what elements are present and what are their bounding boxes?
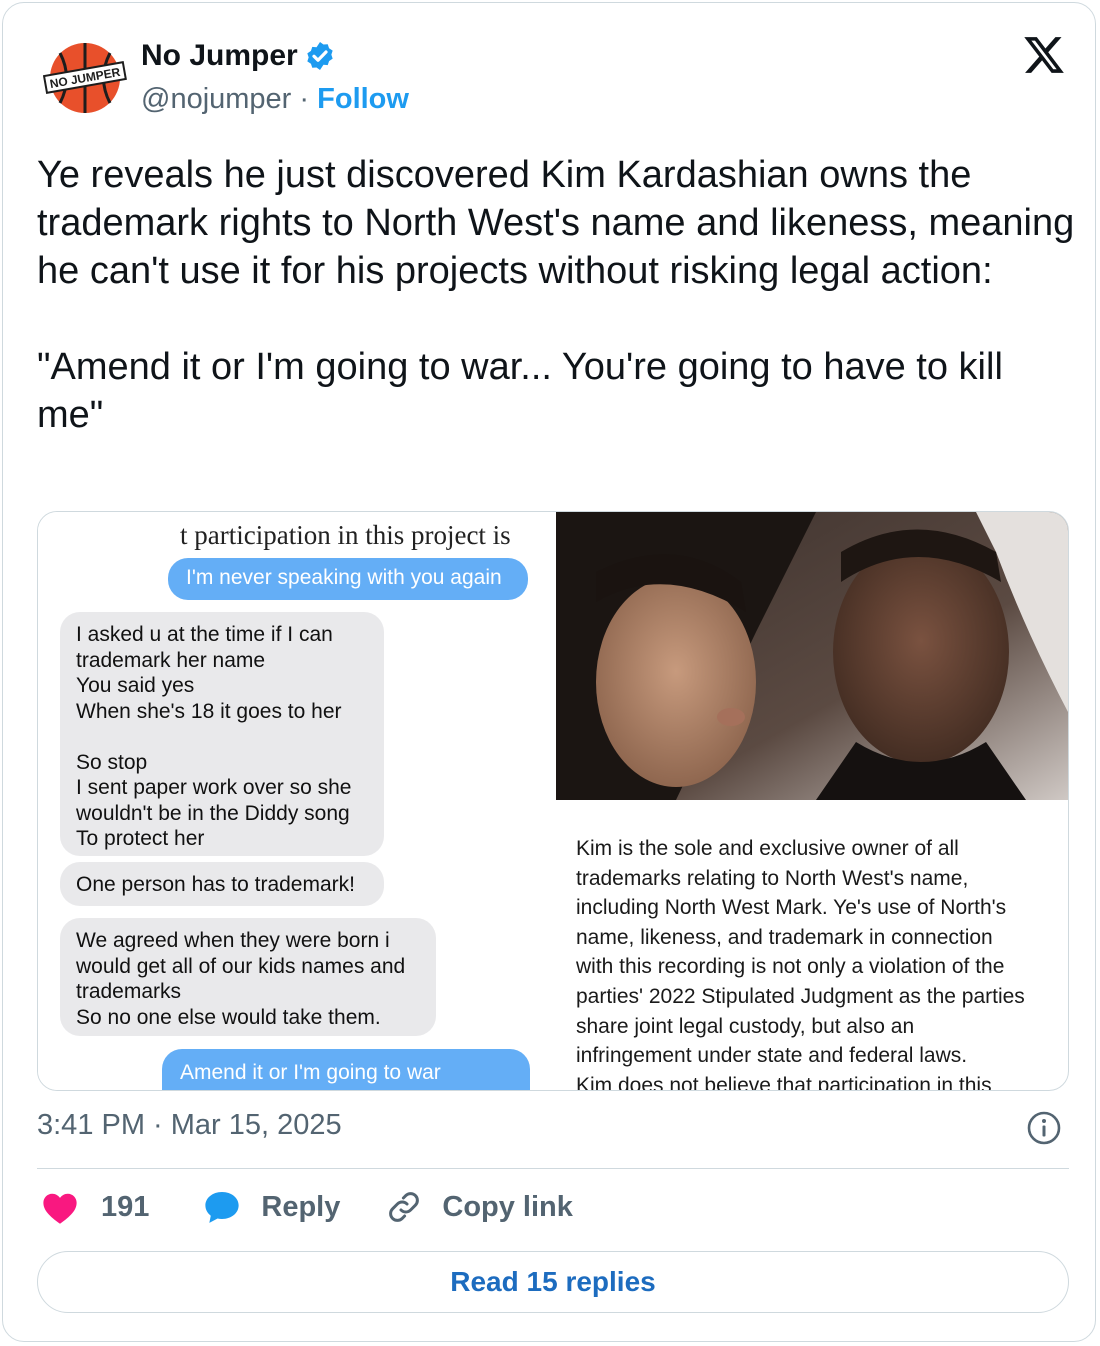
- chat-message-received: One person has to trademark!: [60, 862, 384, 906]
- reply-icon: [205, 1191, 240, 1223]
- reply-button[interactable]: Reply: [203, 1189, 340, 1225]
- read-replies-button[interactable]: Read 15 replies: [37, 1251, 1069, 1313]
- like-button[interactable]: 191: [41, 1189, 149, 1225]
- chat-message-sent: I'm never speaking with you again: [168, 558, 528, 600]
- link-icon: [389, 1192, 420, 1222]
- heart-icon: [43, 1193, 77, 1224]
- timestamp[interactable]: 3:41 PM · Mar 15, 2025: [37, 1109, 342, 1142]
- info-icon[interactable]: [1027, 1111, 1061, 1145]
- follow-button[interactable]: Follow: [317, 83, 409, 115]
- legal-statement-text: Kim is the sole and exclusive owner of a…: [576, 837, 1025, 1091]
- copy-link-button[interactable]: Copy link: [386, 1189, 573, 1225]
- separator: ·: [299, 83, 310, 115]
- media-grid[interactable]: t participation in this project is I'm n…: [37, 511, 1069, 1091]
- x-logo-icon[interactable]: [1021, 33, 1067, 77]
- tweet-card: NO JUMPER No Jumper @nojumper · Follow Y…: [2, 2, 1096, 1342]
- avatar[interactable]: NO JUMPER: [43, 41, 127, 115]
- chat-message-received: I asked u at the time if I can trademark…: [60, 612, 384, 856]
- author-name-row: No Jumper: [141, 39, 336, 73]
- chat-header-fragment: t participation in this project is: [180, 520, 511, 550]
- handle-row: @nojumper · Follow: [141, 83, 409, 116]
- chat-message-received: We agreed when they were born i would ge…: [60, 918, 436, 1036]
- divider: [37, 1168, 1069, 1169]
- verified-badge-icon: [307, 42, 333, 70]
- chat-screenshot[interactable]: t participation in this project is I'm n…: [38, 512, 554, 1090]
- like-count: 191: [101, 1190, 150, 1223]
- couple-photo[interactable]: [556, 512, 1068, 800]
- tweet-text: Ye reveals he just discovered Kim Kardas…: [37, 154, 1075, 436]
- chat-message-sent: Amend it or I'm going to war: [162, 1049, 530, 1090]
- reply-label: Reply: [261, 1190, 341, 1223]
- handle[interactable]: @nojumper: [141, 83, 291, 115]
- display-name[interactable]: No Jumper: [141, 39, 298, 73]
- copy-link-label: Copy link: [442, 1190, 573, 1223]
- action-bar: 191 Reply Copy link: [41, 1189, 573, 1225]
